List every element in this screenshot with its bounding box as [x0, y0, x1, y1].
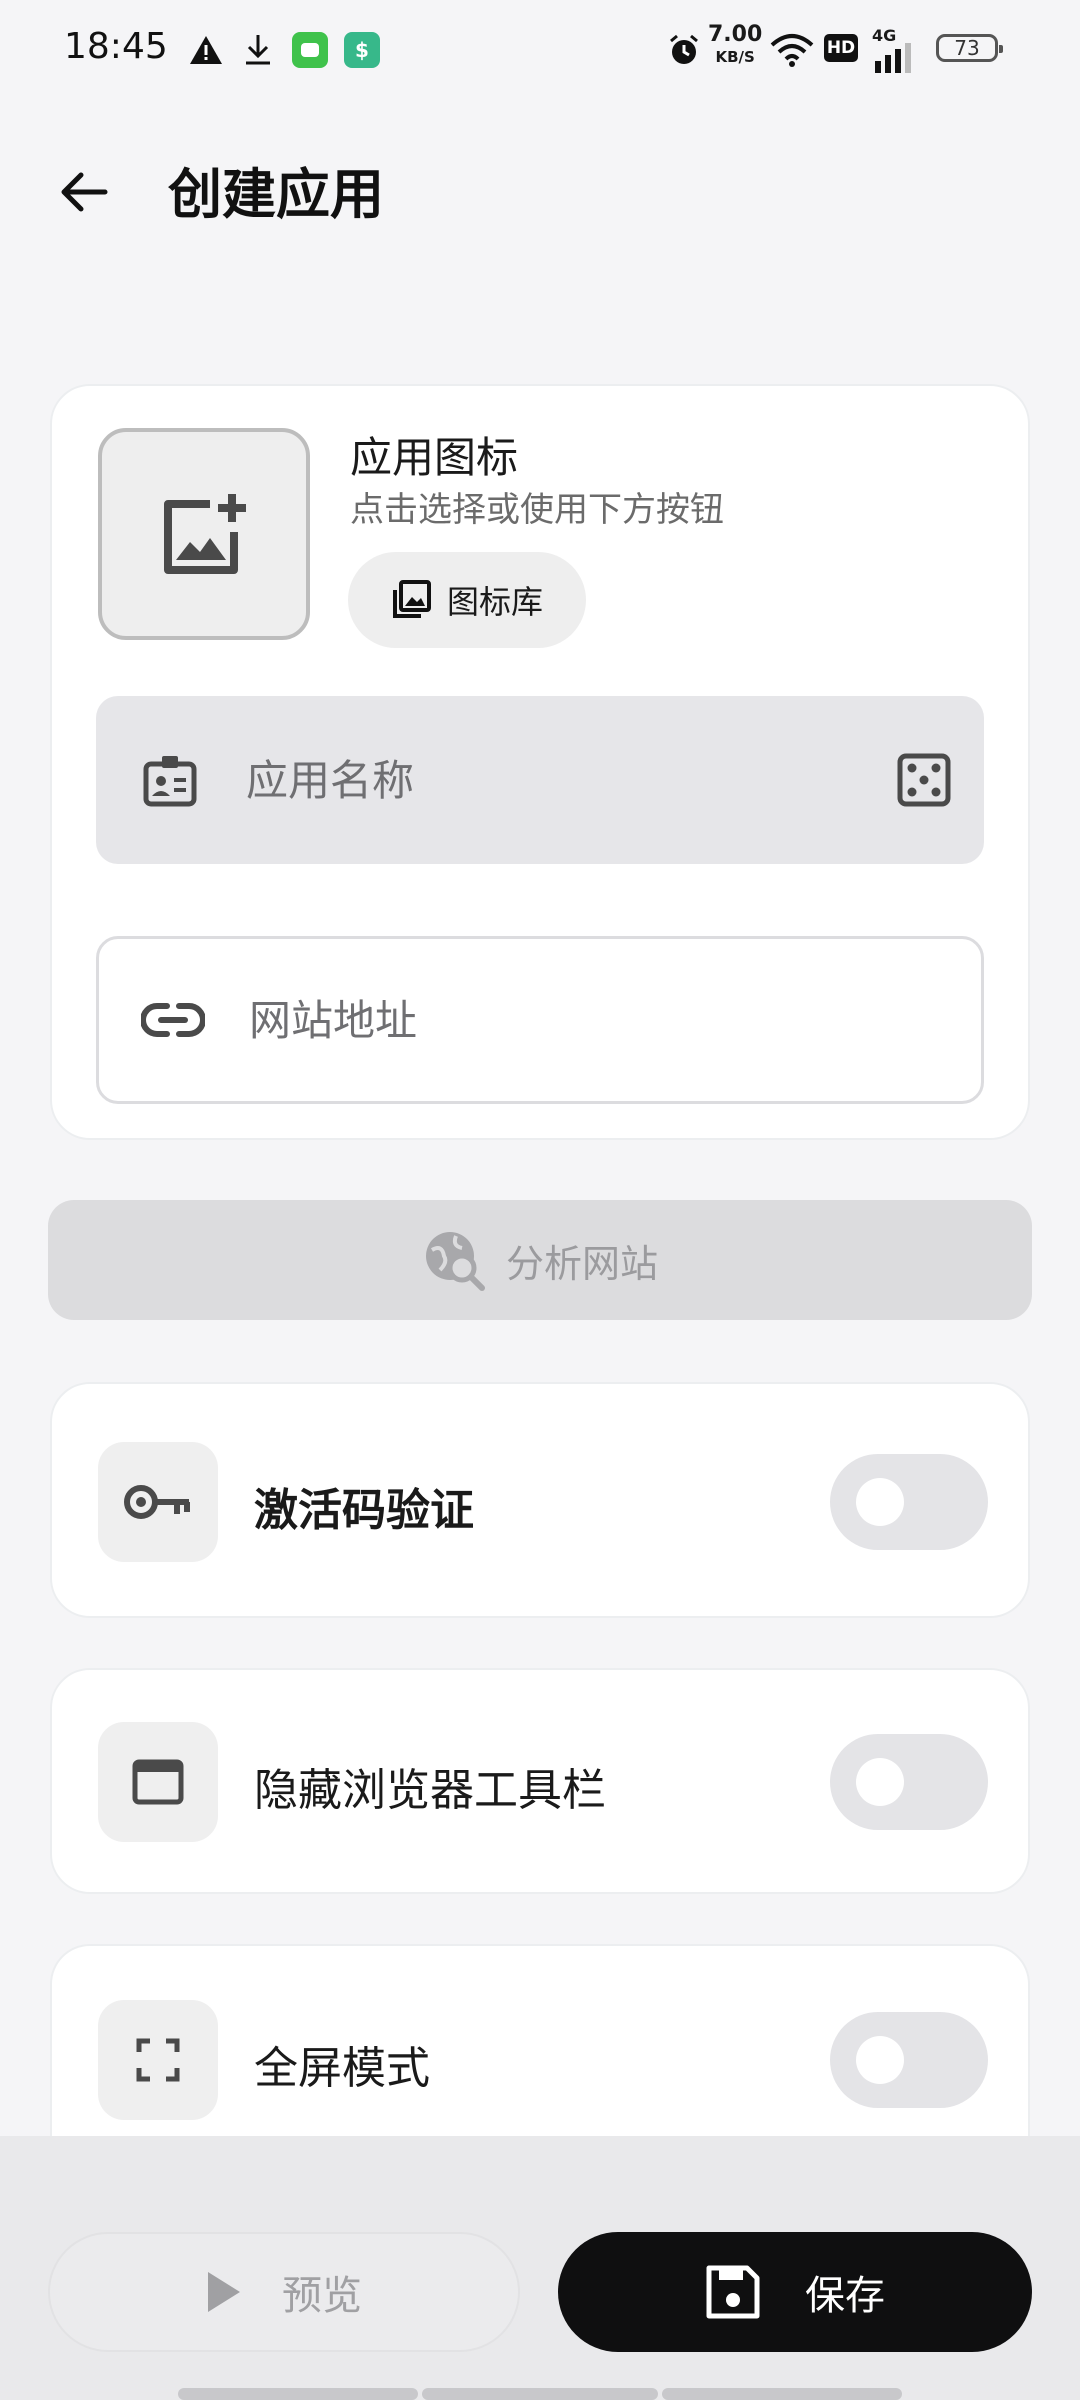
preview-button[interactable]: 预览	[48, 2232, 520, 2352]
nav-indicator	[422, 2388, 658, 2400]
signal-icon	[872, 38, 918, 78]
globe-search-icon	[425, 1232, 485, 1291]
random-name-button[interactable]	[864, 752, 984, 808]
fullscreen-icon	[98, 2000, 218, 2120]
hd-badge: HD	[824, 34, 858, 62]
setting-label: 隐藏浏览器工具栏	[254, 1765, 606, 1816]
battery-icon: 73	[936, 34, 1003, 62]
activation-code-toggle[interactable]	[830, 1454, 988, 1550]
setting-row-hide-toolbar: 隐藏浏览器工具栏	[50, 1668, 1030, 1894]
icon-library-button[interactable]: 图标库	[348, 552, 586, 648]
icon-library-label: 图标库	[446, 583, 543, 621]
dice-icon	[897, 753, 951, 807]
alarm-icon	[664, 30, 704, 70]
setting-row-fullscreen: 全屏模式	[50, 1944, 1030, 2136]
save-label: 保存	[805, 2273, 885, 2319]
status-time: 18:45	[64, 26, 168, 67]
browser-window-icon	[98, 1722, 218, 1842]
key-icon	[98, 1442, 218, 1562]
wifi-icon	[768, 30, 816, 70]
setting-label: 激活码验证	[254, 1485, 474, 1536]
setting-label: 全屏模式	[254, 2043, 430, 2094]
add-image-icon	[164, 494, 246, 574]
icon-section-hint: 点击选择或使用下方按钮	[350, 490, 724, 530]
shield-app-icon: $	[344, 32, 380, 68]
status-bar: 18:45 $ 7.00 KB/S HD 4G 73	[0, 0, 1080, 96]
chat-app-icon	[292, 32, 328, 68]
url-input[interactable]	[247, 994, 981, 1046]
play-icon	[208, 2272, 240, 2312]
net-speed-unit: KB/S	[715, 48, 755, 66]
save-icon	[706, 2265, 760, 2319]
fullscreen-toggle[interactable]	[830, 2012, 988, 2108]
warning-icon	[186, 30, 226, 70]
icon-section-title: 应用图标	[350, 433, 519, 482]
nav-indicator	[178, 2388, 418, 2400]
page-title: 创建应用	[168, 163, 384, 226]
preview-label: 预览	[282, 2273, 362, 2319]
link-icon	[99, 1000, 247, 1040]
arrow-left-icon	[61, 172, 108, 212]
net-speed: 7.00 KB/S	[708, 24, 762, 68]
app-name-field[interactable]	[96, 696, 984, 864]
download-icon	[238, 30, 278, 70]
save-button[interactable]: 保存	[558, 2232, 1032, 2352]
icon-picker[interactable]	[98, 428, 310, 640]
gallery-icon	[392, 580, 431, 618]
app-name-input[interactable]	[244, 754, 864, 806]
nav-indicator	[662, 2388, 902, 2400]
hide-toolbar-toggle[interactable]	[830, 1734, 988, 1830]
setting-row-activation-code: 激活码验证	[50, 1382, 1030, 1618]
url-field[interactable]	[96, 936, 984, 1104]
net-speed-value: 7.00	[708, 22, 763, 47]
analyze-website-label: 分析网站	[505, 1241, 658, 1286]
battery-level: 73	[954, 36, 980, 60]
analyze-website-button[interactable]: 分析网站	[48, 1200, 1032, 1320]
back-button[interactable]	[52, 160, 116, 224]
badge-icon	[96, 752, 244, 808]
